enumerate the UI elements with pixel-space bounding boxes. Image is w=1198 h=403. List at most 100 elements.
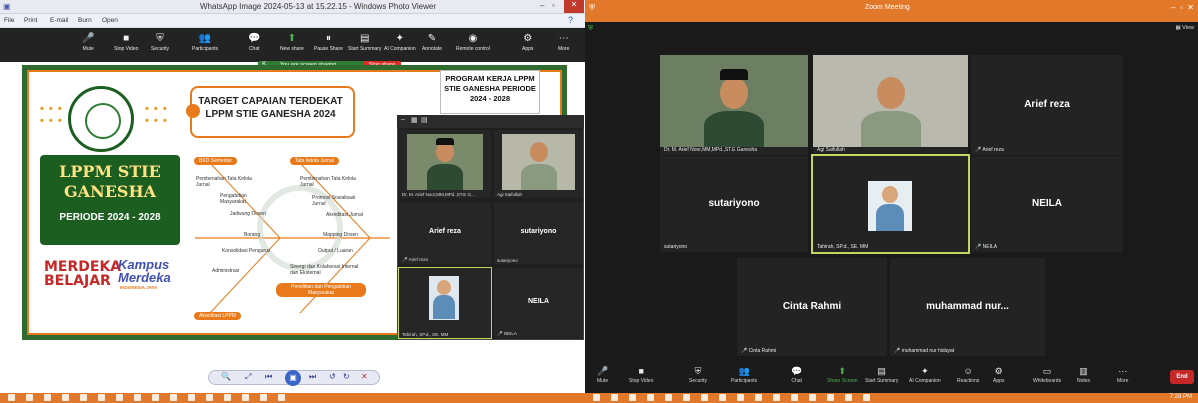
toolbar-microphone-button[interactable]: 🎤 Mute [597,365,608,384]
taskbar-app-icon[interactable] [224,394,231,401]
floating-participant-tile[interactable]: sutariyono sutariyono [494,202,583,264]
taskbar-app-icon[interactable] [647,394,654,401]
toolbar-mouse-button[interactable]: ◉ Remote control [456,31,490,52]
toolbar-summary-button[interactable]: ▤ Start Summary [865,365,898,384]
taskbar-app-icon[interactable] [611,394,618,401]
toolbar-chat-button[interactable]: 💬 Chat [791,365,802,384]
taskbar-app-icon[interactable] [809,394,816,401]
participant-tile[interactable]: Arief reza 🎤 Arief reza [971,55,1123,155]
previous-icon[interactable]: ⏮ [265,372,272,382]
gallery-view-icon[interactable]: ▦ [411,116,418,124]
taskbar-app-icon[interactable] [170,394,177,401]
participant-hijab [876,204,904,231]
taskbar-app-icon[interactable] [701,394,708,401]
taskbar-app-icon[interactable] [863,394,870,401]
toolbar-share-button[interactable]: ⬆ Share Screen [827,365,858,384]
floating-participant-tile[interactable]: Agi Saifullah [494,130,583,198]
toolbar-shield-button[interactable]: ⛨ Security [689,365,707,384]
toolbar-apps-button[interactable]: ⚙ Apps [522,31,533,52]
taskbar-app-icon[interactable] [278,394,285,401]
delete-icon[interactable]: ✕ [361,372,368,381]
menu-file[interactable]: File [4,17,14,24]
toolbar-label: Whiteboards [1033,378,1062,384]
taskbar-app-icon[interactable] [845,394,852,401]
taskbar-app-icon[interactable] [98,394,105,401]
taskbar-app-icon[interactable] [152,394,159,401]
toolbar-sparkle-button[interactable]: ✦ AI Companion [909,365,941,384]
taskbar-app-icon[interactable] [755,394,762,401]
participant-tile[interactable]: muhammad nur... 🎤 muhammad nur hidayat [890,258,1045,356]
window-controls[interactable]: – ▫ ✕ [1171,3,1194,12]
toolbar-more-button[interactable]: ⋯ More [558,31,569,52]
menu-burn[interactable]: Burn [78,17,92,24]
toolbar-pen-button[interactable]: ✎ Annotate [422,31,442,52]
rotate-right-icon[interactable]: ↻ [343,372,350,381]
help-icon[interactable]: ? [568,15,573,25]
toolbar-chat-button[interactable]: 💬 Chat [248,31,260,52]
toolbar-shield-button[interactable]: ⛨ Security [151,31,169,52]
menu-print[interactable]: Print [24,17,37,24]
taskbar-app-icon[interactable] [665,394,672,401]
taskbar-app-icon[interactable] [62,394,69,401]
minimize-icon[interactable]: – [540,1,544,10]
taskbar-app-icon[interactable] [44,394,51,401]
taskbar-app-icon[interactable] [188,394,195,401]
taskbar-app-icon[interactable] [719,394,726,401]
taskbar-app-icon[interactable] [206,394,213,401]
rotate-left-icon[interactable]: ↺ [329,372,336,381]
participant-tile[interactable]: Agi Saifullah [813,55,968,155]
taskbar-app-icon[interactable] [593,394,600,401]
maximize-icon[interactable]: ▫ [552,1,555,10]
toolbar-sparkle-button[interactable]: ✦ AI Companion [384,31,416,52]
participant-tile[interactable]: Tahirah, SP.d., SE. MM [811,154,970,254]
toolbar-notes-button[interactable]: ▥ Notes [1077,365,1090,384]
floating-participant-tile[interactable]: Dr. M. Arief Noor,MM,MPd.,ST.E G... [399,130,491,198]
participant-tile[interactable]: Cinta Rahmi 🎤 Cinta Rahmi [737,258,887,356]
toolbar-participants-button[interactable]: 👥 Participants [731,365,757,384]
photo-viewer-window: ▣ WhatsApp Image 2024-05-13 at 15.22.15 … [0,0,585,403]
taskbar-app-icon[interactable] [773,394,780,401]
floating-participant-tile[interactable]: NEILA 🎤 NEILA [494,268,583,338]
participant-tile[interactable]: sutariyono sutariyono [660,156,808,252]
close-icon[interactable]: ✕ [564,0,584,13]
taskbar-app-icon[interactable] [134,394,141,401]
taskbar-app-icon[interactable] [26,394,33,401]
toolbar-participants-button[interactable]: 👥 Participants [192,31,218,52]
grid-icon[interactable]: ▤ [421,116,428,124]
taskbar-app-icon[interactable] [260,394,267,401]
toolbar-apps-button[interactable]: ⚙ Apps [993,365,1004,384]
floating-participant-tile[interactable]: Tahirah, SP.d., SE. MM [398,267,492,339]
toolbar-share-button[interactable]: ⬆ New share [280,31,304,52]
participant-tile[interactable]: Dr. M. Arief Noor,MM,MPd.,ST.E Ganesha [660,55,808,155]
taskbar-app-icon[interactable] [80,394,87,401]
taskbar-app-icon[interactable] [242,394,249,401]
slideshow-icon[interactable]: ▣ [285,370,301,386]
zoom-magnifier-icon[interactable]: 🔍 [221,372,231,381]
toolbar-reactions-button[interactable]: ☺ Reactions [957,365,979,384]
menu-email[interactable]: E-mail [50,17,68,24]
floating-participant-tile[interactable]: Arief reza 🎤 Arief reza [399,202,491,264]
taskbar-app-icon[interactable] [737,394,744,401]
menu-open[interactable]: Open [102,17,118,24]
toolbar-summary-button[interactable]: ▤ Start Summary [348,31,381,52]
toolbar-pause-button[interactable]: ⏸ Pause Share [314,31,343,52]
taskbar-app-icon[interactable] [827,394,834,401]
view-button[interactable]: ▦ View [1175,25,1194,31]
toolbar-whiteboard-button[interactable]: ▭ Whiteboards [1033,365,1061,384]
toolbar-camera-button[interactable]: ■ Stop Video [629,365,653,384]
toolbar-camera-button[interactable]: ■ Stop Video [114,31,138,52]
taskbar-app-icon[interactable] [683,394,690,401]
apps-icon: ⚙ [523,33,533,44]
taskbar-app-icon[interactable] [791,394,798,401]
taskbar-app-icon[interactable] [116,394,123,401]
toolbar-more-button[interactable]: ⋯ More [1117,365,1128,384]
participant-tile[interactable]: NEILA 🎤 NEILA [971,156,1123,252]
taskbar-app-icon[interactable] [8,394,15,401]
end-meeting-button[interactable]: End [1170,370,1194,384]
next-icon[interactable]: ⏭ [309,372,316,382]
toolbar-microphone-button[interactable]: 🎤 Mute [82,31,94,52]
floating-panel-header[interactable]: – ▦ ▤ [397,115,584,128]
minimize-icon[interactable]: – [401,116,405,123]
actual-size-icon[interactable]: ⤢ [245,372,251,382]
taskbar-app-icon[interactable] [629,394,636,401]
